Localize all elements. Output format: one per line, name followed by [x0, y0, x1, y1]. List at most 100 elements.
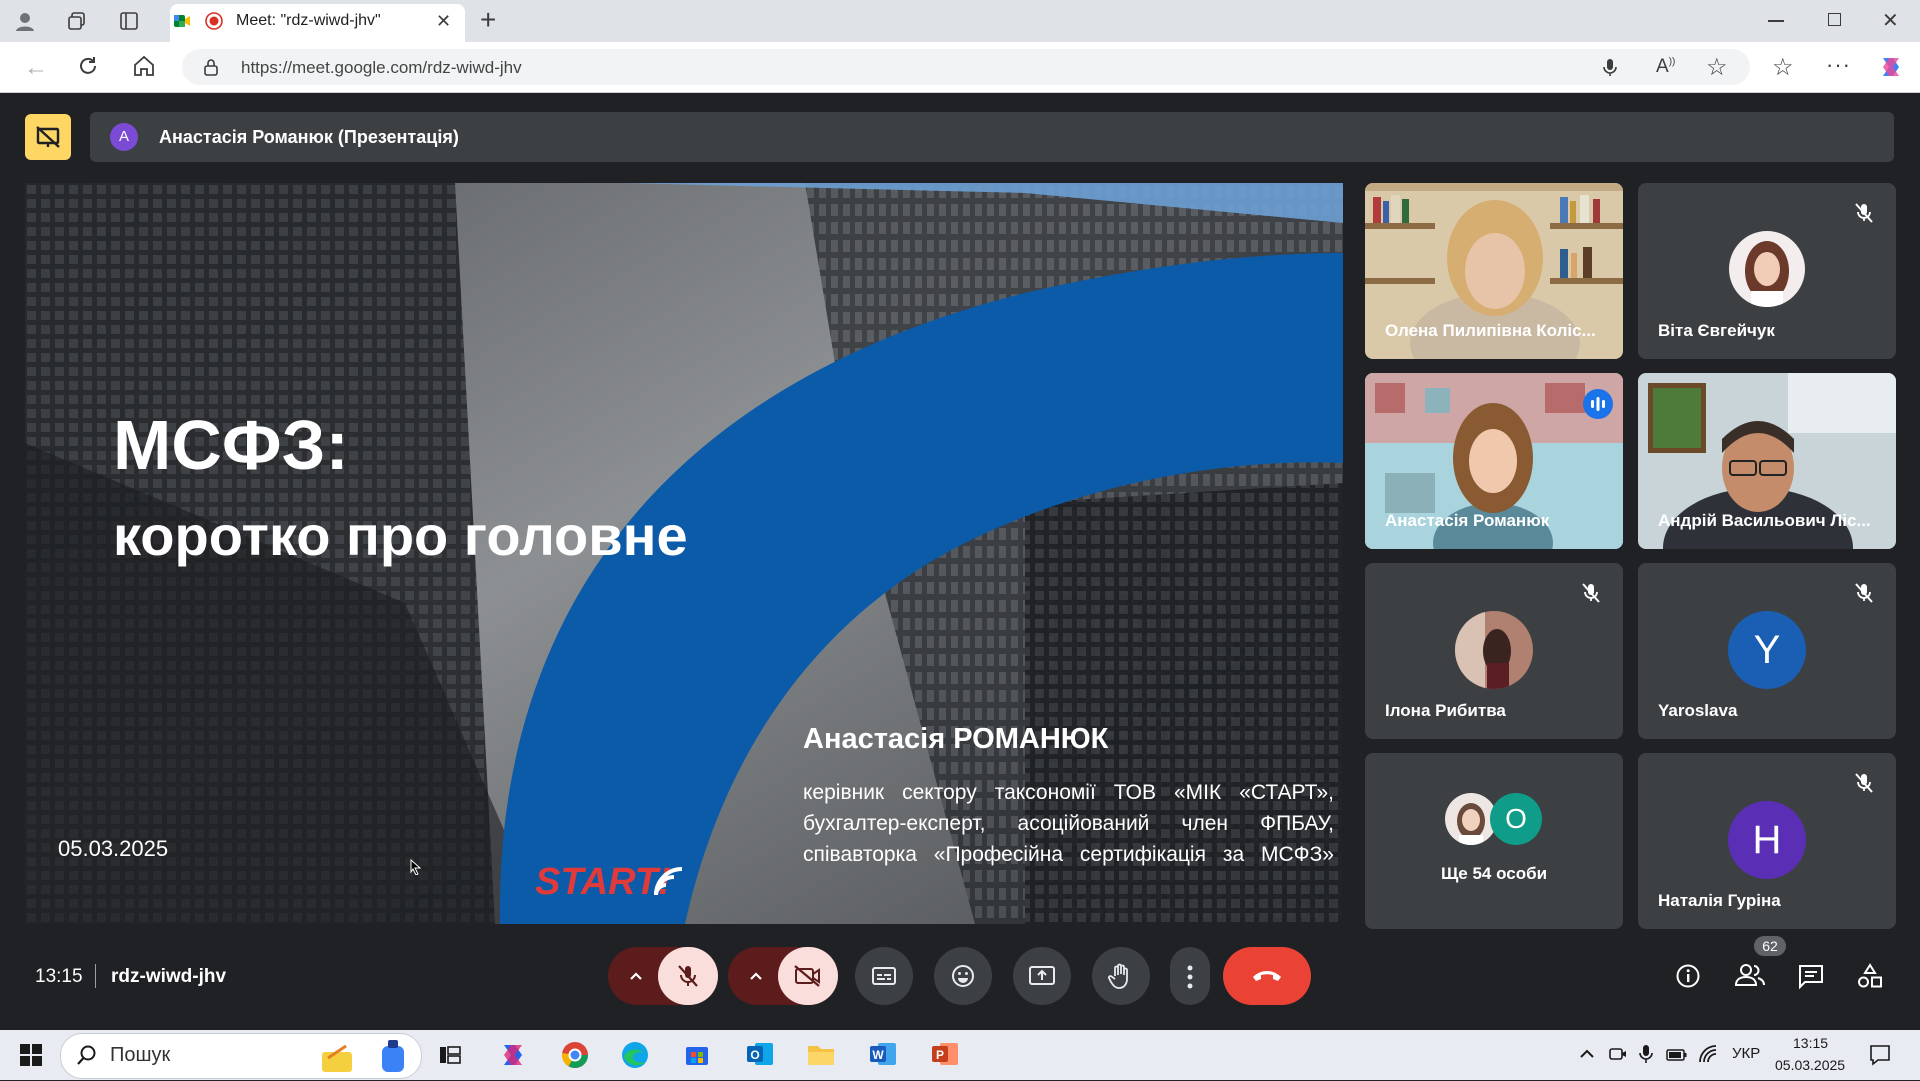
copilot-app-icon[interactable]	[498, 1040, 528, 1075]
meeting-info-icon[interactable]	[1675, 963, 1701, 994]
camera-off-icon	[793, 964, 823, 993]
present-screen-icon	[1028, 964, 1056, 993]
start-logo-waves-icon	[652, 865, 686, 904]
participant-avatar: H	[1728, 801, 1806, 879]
divider	[95, 964, 96, 988]
windows-start-icon[interactable]	[20, 1044, 42, 1071]
camera-tray-icon[interactable]	[1608, 1045, 1628, 1068]
chevron-up-icon[interactable]	[746, 966, 766, 991]
participant-avatar: Y	[1728, 611, 1806, 689]
battery-icon[interactable]	[1666, 1048, 1688, 1067]
svg-text:O: O	[750, 1048, 759, 1062]
participant-tile[interactable]: H Наталія Гуріна	[1638, 753, 1896, 929]
meeting-time: 13:15	[35, 966, 83, 987]
microphone-icon[interactable]	[1600, 57, 1620, 82]
slide-speaker-desc-3: співавторка «Професійна сертифікація за …	[803, 843, 1334, 866]
slide-title-line2: коротко про головне	[113, 504, 688, 567]
chat-icon[interactable]	[1797, 963, 1825, 994]
chrome-app-icon[interactable]	[560, 1040, 590, 1075]
home-icon[interactable]	[132, 54, 156, 83]
word-app-icon[interactable]: W	[868, 1040, 898, 1073]
more-participants-label: Ще 54 особи	[1440, 864, 1548, 883]
chevron-up-icon[interactable]	[626, 966, 646, 991]
participant-name: Ілона Рибитва	[1385, 701, 1506, 720]
participant-name: Наталія Гуріна	[1658, 891, 1781, 910]
mic-off-icon	[675, 963, 701, 994]
tab-actions-icon[interactable]	[118, 10, 140, 37]
mic-off-icon	[1852, 581, 1876, 605]
more-vert-icon	[1186, 964, 1194, 995]
activities-icon[interactable]	[1856, 962, 1884, 995]
participant-photo	[1729, 231, 1805, 307]
slide-title-line1: МСФЗ:	[113, 406, 349, 484]
meeting-code: rdz-wiwd-jhv	[111, 966, 227, 987]
participant-name: Yaroslava	[1658, 701, 1738, 720]
presenter-avatar: A	[110, 123, 138, 151]
slide-speaker-desc-1: керівник сектору таксономії ТОВ «МІК «СТ…	[803, 781, 1334, 804]
task-view-icon[interactable]	[438, 1043, 462, 1072]
workspaces-icon[interactable]	[66, 10, 88, 37]
url-text[interactable]: https://meet.google.com/rdz-wiwd-jhv	[241, 58, 522, 78]
participant-tile[interactable]: Y Yaroslava	[1638, 563, 1896, 739]
raise-hand-icon	[1108, 962, 1134, 995]
clock-time[interactable]: 13:15	[1793, 1035, 1828, 1051]
edge-app-icon[interactable]	[620, 1040, 650, 1075]
notifications-icon[interactable]	[1868, 1043, 1892, 1072]
mic-off-icon	[1852, 201, 1876, 225]
participant-photo	[1455, 611, 1533, 689]
back-icon[interactable]: ←	[24, 54, 48, 82]
lock-icon[interactable]	[202, 58, 220, 81]
speaking-indicator-icon	[1583, 389, 1613, 419]
search-icon	[76, 1044, 98, 1071]
mic-off-icon	[1852, 771, 1876, 795]
wifi-icon[interactable]	[1698, 1044, 1718, 1069]
people-count-badge: 62	[1754, 936, 1786, 956]
captions-icon	[871, 964, 897, 993]
restore-icon[interactable]	[1828, 13, 1841, 26]
mouse-cursor-icon	[410, 858, 422, 880]
profile-icon[interactable]	[14, 10, 36, 36]
mic-off-icon	[1579, 581, 1603, 605]
tab-title: Meet: "rdz-wiwd-jhv"	[236, 12, 381, 29]
slide-date: 05.03.2025	[58, 836, 169, 861]
file-explorer-icon[interactable]	[806, 1042, 836, 1073]
more-menu-icon[interactable]: ···	[1826, 52, 1851, 78]
recording-icon	[205, 12, 223, 35]
participant-name: Олена Пилипівна Коліс...	[1385, 321, 1596, 340]
mic-tray-icon[interactable]	[1638, 1044, 1654, 1069]
reload-icon[interactable]	[76, 54, 100, 83]
participant-tile[interactable]: Олена Пилипівна Коліс...	[1365, 183, 1623, 359]
end-call-icon	[1251, 966, 1283, 991]
taskbar-search-placeholder: Пошук	[110, 1044, 171, 1066]
search-highlight-icon	[322, 1036, 410, 1081]
tray-chevron-up-icon[interactable]	[1578, 1046, 1596, 1067]
more-participants-tile[interactable]: O Ще 54 особи	[1365, 753, 1623, 929]
svg-text:W: W	[872, 1048, 884, 1062]
emoji-icon	[950, 963, 976, 994]
slide-speaker-desc-2: бухгалтер-експерт, асоційований член ФПБ…	[803, 812, 1334, 835]
window-close-icon[interactable]: ✕	[1882, 8, 1899, 33]
clock-date[interactable]: 05.03.2025	[1775, 1057, 1845, 1073]
new-tab-icon[interactable]: +	[480, 6, 496, 34]
stop-presenting-icon[interactable]	[25, 114, 71, 160]
copilot-icon[interactable]	[1878, 54, 1904, 85]
participant-name: Віта Євгейчук	[1658, 321, 1775, 340]
tab-close-icon[interactable]: ✕	[436, 11, 451, 32]
participant-tile[interactable]: Віта Євгейчук	[1638, 183, 1896, 359]
favorite-star-icon[interactable]: ☆	[1706, 53, 1728, 82]
participant-tile[interactable]: Ілона Рибитва	[1365, 563, 1623, 739]
participant-avatar: O	[1490, 793, 1542, 845]
svg-text:P: P	[936, 1048, 944, 1062]
favorites-icon[interactable]: ☆	[1772, 53, 1794, 82]
language-indicator[interactable]: УКР	[1732, 1045, 1760, 1062]
store-app-icon[interactable]	[683, 1040, 711, 1073]
outlook-app-icon[interactable]: O	[745, 1040, 775, 1073]
powerpoint-app-icon[interactable]: P	[930, 1040, 960, 1073]
meet-favicon	[173, 12, 191, 35]
minimize-icon[interactable]	[1768, 20, 1784, 22]
start-logo: START!	[535, 861, 671, 903]
participant-tile[interactable]: Андрій Васильович Ліс...	[1638, 373, 1896, 549]
people-icon[interactable]	[1734, 962, 1766, 993]
read-aloud-icon[interactable]: A))	[1656, 56, 1675, 78]
participant-tile-active[interactable]: Анастасія Романюк	[1365, 373, 1623, 549]
